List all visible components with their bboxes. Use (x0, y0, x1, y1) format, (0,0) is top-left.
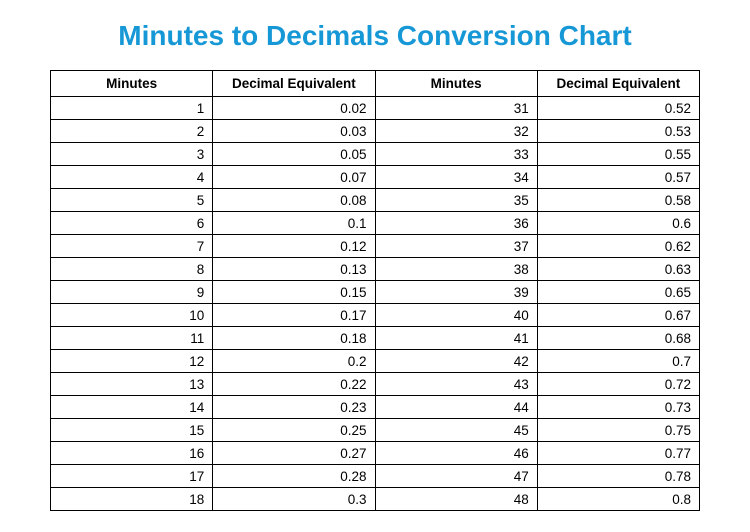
table-row: 120.2420.7 (51, 350, 700, 373)
table-row: 130.22430.72 (51, 373, 700, 396)
minutes-cell: 11 (51, 327, 213, 350)
decimal-cell: 0.57 (537, 166, 699, 189)
minutes-cell: 13 (51, 373, 213, 396)
table-row: 100.17400.67 (51, 304, 700, 327)
minutes-cell: 48 (375, 488, 537, 511)
minutes-cell: 40 (375, 304, 537, 327)
decimal-cell: 0.23 (213, 396, 375, 419)
minutes-cell: 47 (375, 465, 537, 488)
minutes-cell: 44 (375, 396, 537, 419)
table-row: 50.08350.58 (51, 189, 700, 212)
decimal-cell: 0.52 (537, 97, 699, 120)
header-minutes-1: Minutes (51, 71, 213, 97)
minutes-cell: 32 (375, 120, 537, 143)
decimal-cell: 0.62 (537, 235, 699, 258)
table-row: 110.18410.68 (51, 327, 700, 350)
table-row: 80.13380.63 (51, 258, 700, 281)
minutes-cell: 38 (375, 258, 537, 281)
minutes-cell: 45 (375, 419, 537, 442)
decimal-cell: 0.13 (213, 258, 375, 281)
table-row: 160.27460.77 (51, 442, 700, 465)
minutes-cell: 5 (51, 189, 213, 212)
minutes-cell: 43 (375, 373, 537, 396)
decimal-cell: 0.15 (213, 281, 375, 304)
decimal-cell: 0.72 (537, 373, 699, 396)
minutes-cell: 17 (51, 465, 213, 488)
table-header-row: Minutes Decimal Equivalent Minutes Decim… (51, 71, 700, 97)
decimal-cell: 0.18 (213, 327, 375, 350)
minutes-cell: 42 (375, 350, 537, 373)
decimal-cell: 0.17 (213, 304, 375, 327)
minutes-cell: 18 (51, 488, 213, 511)
decimal-cell: 0.05 (213, 143, 375, 166)
table-row: 70.12370.62 (51, 235, 700, 258)
minutes-cell: 14 (51, 396, 213, 419)
minutes-cell: 37 (375, 235, 537, 258)
conversion-table: Minutes Decimal Equivalent Minutes Decim… (50, 70, 700, 511)
decimal-cell: 0.63 (537, 258, 699, 281)
minutes-cell: 36 (375, 212, 537, 235)
minutes-cell: 15 (51, 419, 213, 442)
table-row: 10.02310.52 (51, 97, 700, 120)
table-row: 150.25450.75 (51, 419, 700, 442)
decimal-cell: 0.12 (213, 235, 375, 258)
minutes-cell: 9 (51, 281, 213, 304)
table-row: 140.23440.73 (51, 396, 700, 419)
minutes-cell: 3 (51, 143, 213, 166)
decimal-cell: 0.03 (213, 120, 375, 143)
table-row: 170.28470.78 (51, 465, 700, 488)
decimal-cell: 0.7 (537, 350, 699, 373)
decimal-cell: 0.27 (213, 442, 375, 465)
table-row: 180.3480.8 (51, 488, 700, 511)
minutes-cell: 31 (375, 97, 537, 120)
decimal-cell: 0.67 (537, 304, 699, 327)
decimal-cell: 0.73 (537, 396, 699, 419)
table-row: 20.03320.53 (51, 120, 700, 143)
decimal-cell: 0.75 (537, 419, 699, 442)
decimal-cell: 0.6 (537, 212, 699, 235)
minutes-cell: 35 (375, 189, 537, 212)
decimal-cell: 0.68 (537, 327, 699, 350)
minutes-cell: 12 (51, 350, 213, 373)
minutes-cell: 4 (51, 166, 213, 189)
table-row: 90.15390.65 (51, 281, 700, 304)
decimal-cell: 0.08 (213, 189, 375, 212)
decimal-cell: 0.53 (537, 120, 699, 143)
minutes-cell: 8 (51, 258, 213, 281)
header-decimal-2: Decimal Equivalent (537, 71, 699, 97)
decimal-cell: 0.65 (537, 281, 699, 304)
header-minutes-2: Minutes (375, 71, 537, 97)
table-row: 30.05330.55 (51, 143, 700, 166)
decimal-cell: 0.22 (213, 373, 375, 396)
minutes-cell: 16 (51, 442, 213, 465)
decimal-cell: 0.07 (213, 166, 375, 189)
header-decimal-1: Decimal Equivalent (213, 71, 375, 97)
minutes-cell: 1 (51, 97, 213, 120)
decimal-cell: 0.3 (213, 488, 375, 511)
minutes-cell: 41 (375, 327, 537, 350)
minutes-cell: 33 (375, 143, 537, 166)
minutes-cell: 34 (375, 166, 537, 189)
decimal-cell: 0.78 (537, 465, 699, 488)
decimal-cell: 0.2 (213, 350, 375, 373)
minutes-cell: 7 (51, 235, 213, 258)
decimal-cell: 0.25 (213, 419, 375, 442)
minutes-cell: 2 (51, 120, 213, 143)
decimal-cell: 0.55 (537, 143, 699, 166)
decimal-cell: 0.58 (537, 189, 699, 212)
decimal-cell: 0.1 (213, 212, 375, 235)
decimal-cell: 0.28 (213, 465, 375, 488)
decimal-cell: 0.02 (213, 97, 375, 120)
table-row: 60.1360.6 (51, 212, 700, 235)
page-title: Minutes to Decimals Conversion Chart (50, 20, 700, 52)
minutes-cell: 6 (51, 212, 213, 235)
minutes-cell: 10 (51, 304, 213, 327)
table-row: 40.07340.57 (51, 166, 700, 189)
decimal-cell: 0.77 (537, 442, 699, 465)
decimal-cell: 0.8 (537, 488, 699, 511)
minutes-cell: 39 (375, 281, 537, 304)
minutes-cell: 46 (375, 442, 537, 465)
